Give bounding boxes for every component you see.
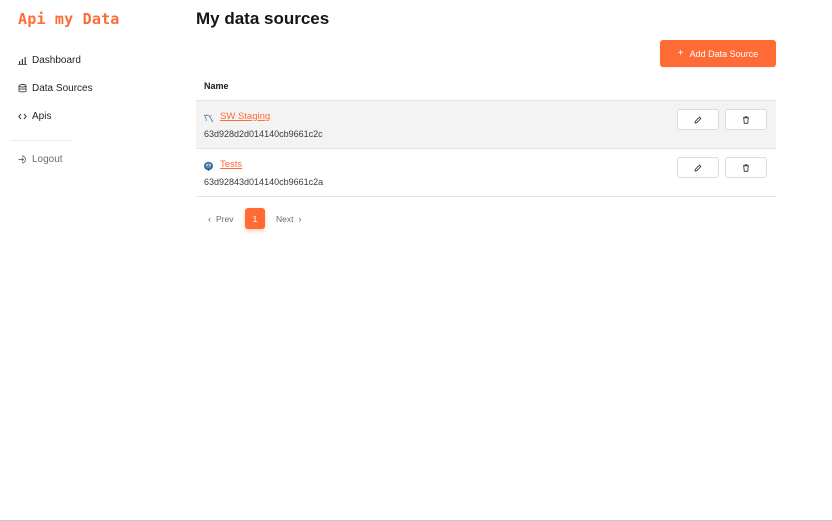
sidebar-item-logout[interactable]: Logout [18, 150, 63, 168]
sidebar-item-label: Logout [32, 153, 63, 165]
data-source-link[interactable]: SW Staging [220, 111, 270, 122]
page-number-button[interactable]: 1 [245, 208, 265, 229]
logout-icon [18, 155, 27, 164]
chevron-left-icon: ‹ [208, 213, 211, 224]
prev-page-button[interactable]: ‹ Prev [203, 208, 233, 229]
app-window: Api my Data Dashboard Data Sources Apis [0, 0, 832, 521]
sidebar: Api my Data Dashboard Data Sources Apis [0, 0, 180, 520]
table-header: Name [196, 76, 776, 101]
table-row: SW Staging 63d928d2d014140cb9661c2c [196, 101, 776, 149]
edit-button[interactable] [677, 157, 719, 178]
pencil-icon [694, 159, 702, 177]
next-label: Next [276, 213, 294, 224]
sidebar-item-data-sources[interactable]: Data Sources [18, 79, 93, 97]
sidebar-item-label: Dashboard [32, 54, 81, 66]
table-row: Tests 63d92843d014140cb9661c2a [196, 149, 776, 197]
sidebar-item-label: Apis [32, 110, 52, 122]
database-icon [18, 83, 27, 93]
trash-icon [742, 111, 750, 129]
bar-chart-icon [18, 56, 27, 65]
add-data-source-label: Add Data Source [689, 48, 759, 59]
plus-icon: + [677, 48, 684, 59]
edit-button[interactable] [677, 109, 719, 130]
add-data-source-button[interactable]: + Add Data Source [660, 40, 776, 67]
sidebar-item-dashboard[interactable]: Dashboard [18, 51, 81, 69]
code-icon [18, 112, 27, 121]
sidebar-divider [10, 140, 72, 141]
data-source-id: 63d92843d014140cb9661c2a [204, 177, 324, 187]
page-title: My data sources [196, 9, 330, 28]
trash-icon [742, 159, 750, 177]
next-page-button[interactable]: Next › [276, 208, 306, 229]
postgresql-icon [203, 159, 214, 171]
chevron-right-icon: › [298, 213, 302, 224]
pencil-icon [694, 111, 702, 129]
sidebar-item-label: Data Sources [32, 82, 93, 94]
app-logo[interactable]: Api my Data [18, 10, 120, 28]
mysql-icon [203, 111, 214, 123]
delete-button[interactable] [725, 109, 767, 130]
data-source-id: 63d928d2d014140cb9661c2c [204, 129, 323, 139]
prev-label: Prev [216, 213, 234, 224]
data-source-link[interactable]: Tests [220, 159, 242, 170]
sidebar-item-apis[interactable]: Apis [18, 107, 51, 125]
column-header-name: Name [204, 81, 229, 91]
delete-button[interactable] [725, 157, 767, 178]
